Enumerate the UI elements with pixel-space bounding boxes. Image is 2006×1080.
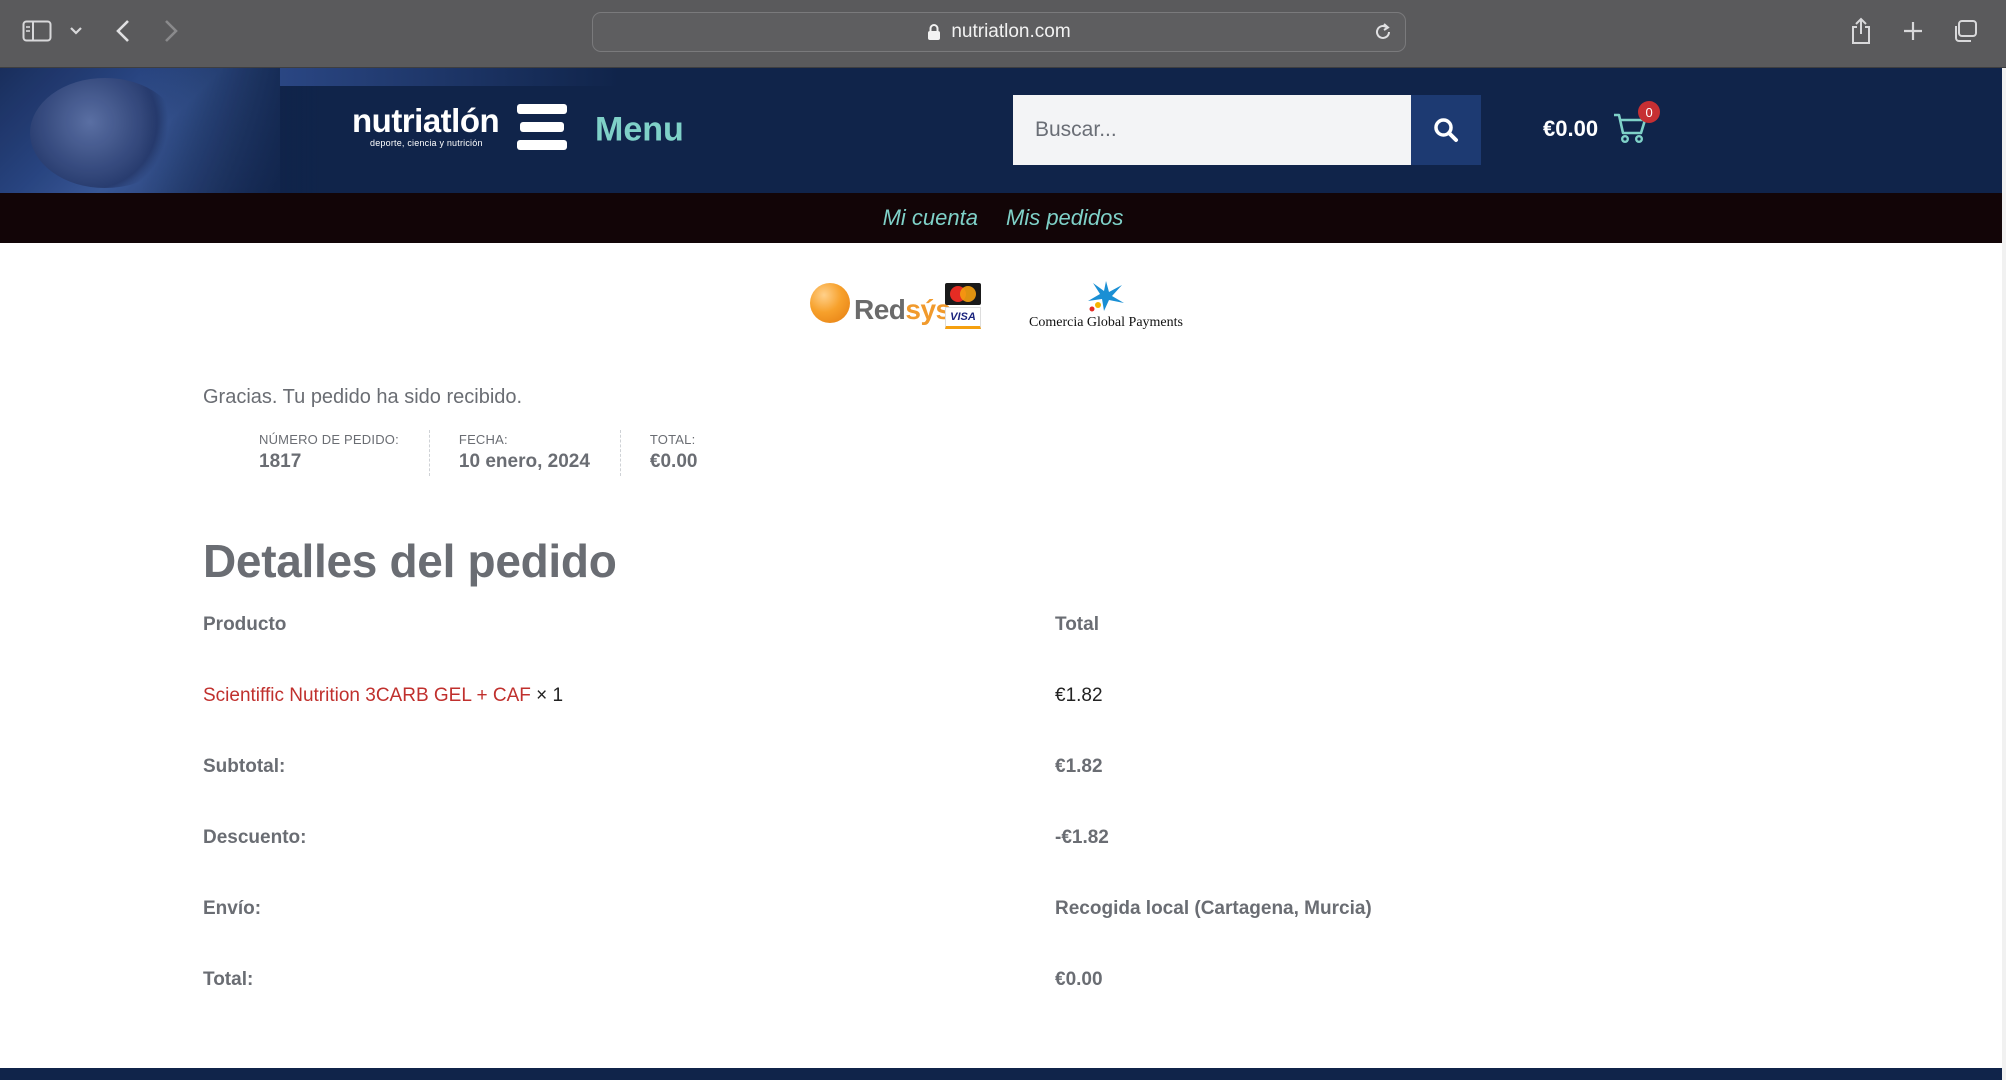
row-label: Total:: [203, 969, 254, 990]
order-details-title: Detalles del pedido: [203, 535, 617, 587]
order-received-notice: Gracias. Tu pedido ha sido recibido.: [203, 386, 523, 408]
overview-value: 10 enero, 2024: [458, 451, 590, 472]
product-quantity: × 1: [536, 685, 564, 706]
row-label: Envío:: [203, 898, 262, 919]
header-hero-strip: [280, 68, 620, 86]
overview-label: NÚMERO DE PEDIDO:: [259, 432, 399, 447]
forward-icon[interactable]: [158, 14, 184, 48]
product-total: €1.82: [1055, 685, 1103, 706]
new-tab-icon[interactable]: [1898, 14, 1928, 48]
card-brands: VISA: [945, 283, 981, 329]
overview-label: TOTAL:: [649, 432, 696, 447]
overview-value: €0.00: [649, 451, 698, 472]
row-value: €1.82: [1055, 756, 1103, 777]
overview-label: FECHA:: [458, 432, 508, 447]
site-header: nutriatlón deporte, ciencia y nutrición …: [0, 68, 2006, 193]
sidebar-toggle-icon[interactable]: [20, 14, 54, 48]
product-link[interactable]: Scientiffic Nutrition 3CARB GEL + CAF: [203, 685, 531, 706]
reload-icon[interactable]: [1373, 22, 1393, 42]
header-hero-image: [0, 68, 340, 193]
comercia-logo: Comercia Global Payments: [1028, 279, 1184, 331]
address-bar[interactable]: nutriatlon.com: [592, 12, 1406, 52]
table-row: Scientiffic Nutrition 3CARB GEL + CAF × …: [203, 671, 1603, 742]
logo-tagline: deporte, ciencia y nutrición: [370, 138, 483, 148]
table-row: Subtotal: €1.82: [203, 742, 1603, 813]
search-button[interactable]: [1411, 95, 1481, 165]
product-cell: Scientiffic Nutrition 3CARB GEL + CAF × …: [203, 685, 563, 707]
order-overview: NÚMERO DE PEDIDO: 1817 FECHA: 10 enero, …: [230, 430, 727, 476]
tab-overview-icon[interactable]: [1950, 14, 1980, 48]
table-row: Total: €0.00: [203, 955, 1603, 1026]
nav-mis-pedidos[interactable]: Mis pedidos: [1006, 205, 1123, 231]
url-text: nutriatlon.com: [951, 21, 1071, 42]
hamburger-menu-icon[interactable]: [517, 104, 567, 150]
menu-label[interactable]: Menu: [595, 111, 684, 150]
scrollbar-track[interactable]: [2002, 68, 2006, 1080]
comercia-star-icon: [1088, 281, 1124, 312]
redsys-text-accent: sýs: [905, 294, 951, 325]
overview-date: FECHA: 10 enero, 2024: [430, 430, 621, 476]
nav-mi-cuenta[interactable]: Mi cuenta: [883, 205, 978, 231]
redsys-ball-icon: [810, 283, 850, 323]
table-row: Descuento: -€1.82: [203, 813, 1603, 884]
row-label: Descuento:: [203, 827, 307, 848]
search-icon: [1434, 118, 1458, 142]
row-label: Subtotal:: [203, 756, 286, 777]
redsys-text: Red: [854, 294, 906, 325]
column-header-product: Producto: [203, 614, 287, 635]
table-header-row: Producto Total: [203, 600, 1603, 671]
overview-total: TOTAL: €0.00: [621, 430, 728, 476]
table-row: Envío: Recogida local (Cartagena, Murcia…: [203, 884, 1603, 955]
payment-logos: Redsýs VISA Comercia Global Payments: [810, 277, 1190, 333]
cart-count-badge: 0: [1638, 101, 1661, 123]
browser-toolbar: nutriatlon.com: [0, 0, 2006, 68]
cart-icon[interactable]: 0: [1612, 101, 1661, 147]
row-value: -€1.82: [1055, 827, 1109, 848]
lock-icon: [927, 23, 941, 41]
back-icon[interactable]: [110, 14, 136, 48]
row-value: €0.00: [1055, 969, 1103, 990]
account-nav: Mi cuenta Mis pedidos: [0, 193, 2006, 243]
mastercard-icon: [945, 283, 981, 305]
search-form: [1013, 95, 1481, 165]
visa-icon: VISA: [945, 307, 981, 329]
order-details-table: Producto Total Scientiffic Nutrition 3CA…: [203, 600, 1603, 1026]
cart-total: €0.00: [1543, 116, 1599, 141]
overview-order-number: NÚMERO DE PEDIDO: 1817: [230, 430, 430, 476]
site-logo[interactable]: nutriatlón deporte, ciencia y nutrición: [352, 102, 500, 149]
column-header-total: Total: [1055, 614, 1099, 635]
search-input[interactable]: [1013, 95, 1411, 165]
footer-bar: [0, 1068, 2006, 1080]
row-value: Recogida local (Cartagena, Murcia): [1055, 898, 1372, 919]
chevron-down-icon[interactable]: [66, 14, 86, 48]
redsys-logo: Redsýs: [810, 280, 951, 326]
logo-name: nutriatlón: [352, 102, 500, 139]
cart-widget[interactable]: €0.00 0: [1543, 101, 1661, 154]
overview-value: 1817: [259, 451, 302, 472]
share-icon[interactable]: [1846, 14, 1876, 48]
comercia-label: Comercia Global Payments: [1029, 315, 1183, 330]
